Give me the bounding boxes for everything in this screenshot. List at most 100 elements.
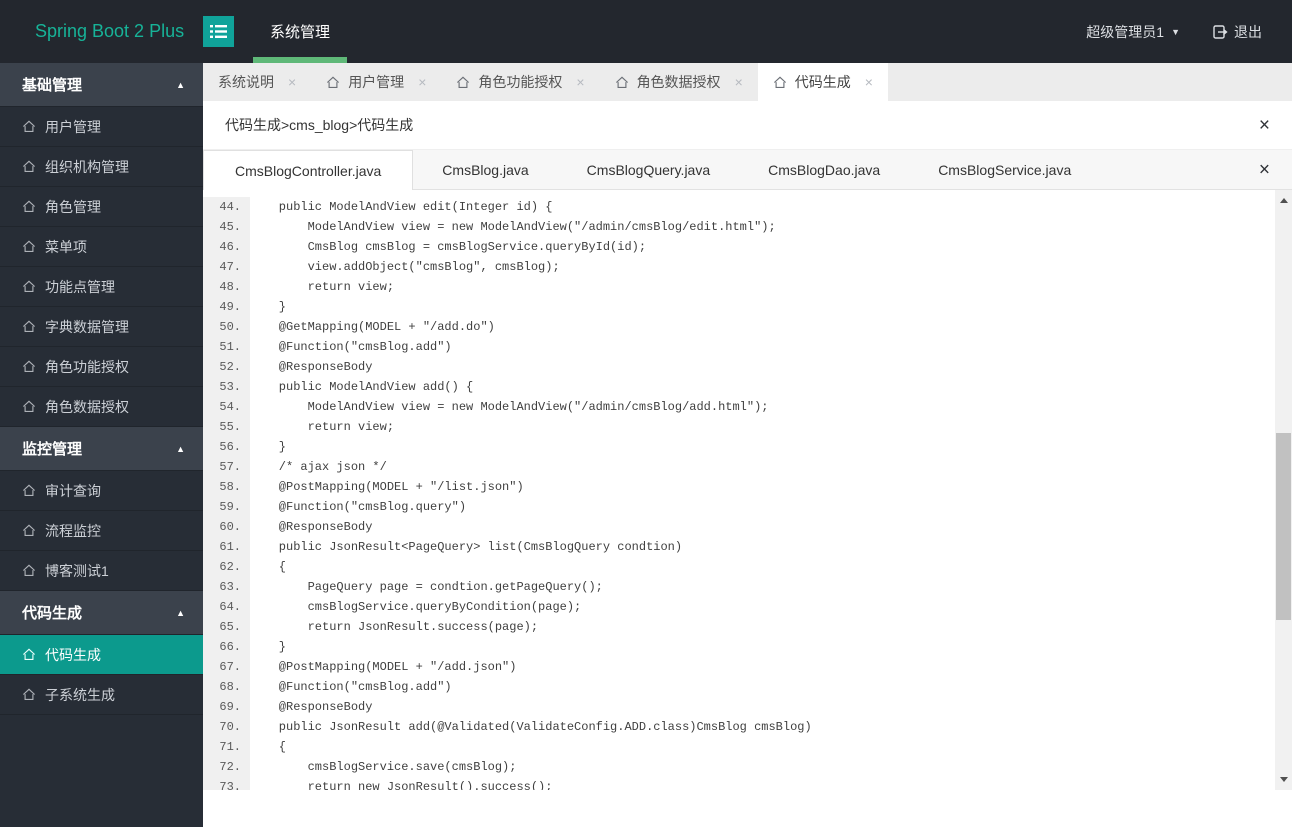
sidebar-item[interactable]: 流程监控 [0, 511, 203, 551]
page-tab-label: 角色功能授权 [478, 74, 563, 90]
scrollbar-thumb[interactable] [1276, 433, 1291, 620]
code-text: @PostMapping(MODEL + "/list.json") [250, 480, 524, 494]
sidebar-item-label: 用户管理 [45, 118, 101, 135]
app-logo: Spring Boot 2 Plus [35, 21, 185, 41]
code-line: 70. public JsonResult add(@Validated(Val… [203, 717, 1275, 737]
line-number: 64. [203, 597, 250, 617]
sidebar-section-header[interactable]: 基础管理 ▲ [0, 63, 203, 107]
code-line: 44. public ModelAndView edit(Integer id)… [203, 197, 1275, 217]
scroll-down-button[interactable] [1275, 771, 1292, 788]
home-icon [22, 120, 36, 133]
line-number: 44. [203, 197, 250, 217]
sidebar-item[interactable]: 角色管理 [0, 187, 203, 227]
line-number: 48. [203, 277, 250, 297]
home-icon [22, 688, 36, 701]
home-icon [22, 360, 36, 373]
list-icon [210, 24, 227, 39]
sidebar-item[interactable]: 角色功能授权 [0, 347, 203, 387]
code-line: 47. view.addObject("cmsBlog", cmsBlog); [203, 257, 1275, 277]
vertical-scrollbar[interactable] [1275, 190, 1292, 790]
code-text: } [250, 440, 287, 454]
code-text: public ModelAndView add() { [250, 380, 474, 394]
line-number: 72. [203, 757, 250, 777]
collapse-arrow-icon: ▲ [176, 443, 185, 454]
sidebar-item-label: 角色数据授权 [45, 398, 129, 415]
close-icon[interactable]: × [576, 74, 584, 90]
page-tab-label: 代码生成 [794, 74, 851, 90]
sidebar-item[interactable]: 用户管理 [0, 107, 203, 147]
scroll-up-button[interactable] [1275, 192, 1292, 209]
code-text: @PostMapping(MODEL + "/add.json") [250, 660, 517, 674]
sidebar-item[interactable]: 角色数据授权 [0, 387, 203, 427]
sidebar: 基础管理 ▲ 用户管理组织机构管理 角色管理 菜单项 功能点管理 字典数据管理 角色功能授权角… [0, 63, 203, 827]
close-icon[interactable]: × [418, 74, 426, 90]
file-tab[interactable]: CmsBlogService.java [909, 150, 1100, 189]
code-text: public JsonResult add(@Validated(Validat… [250, 720, 812, 734]
sidebar-item-label: 流程监控 [45, 522, 101, 539]
sidebar-item[interactable]: 组织机构管理 [0, 147, 203, 187]
page-tabbar: 系统说明 × 用户管理 × 角色功能授权 × 角色数据授权 × 代码生成 × [203, 63, 1292, 101]
close-icon[interactable]: × [1259, 116, 1270, 135]
sidebar-item[interactable]: 子系统生成 [0, 675, 203, 715]
file-tab[interactable]: CmsBlog.java [413, 150, 557, 189]
file-tab[interactable]: CmsBlogQuery.java [558, 150, 739, 189]
sidebar-item[interactable]: 审计查询 [0, 471, 203, 511]
sidebar-item-label: 博客测试1 [45, 562, 109, 579]
sidebar-item[interactable]: 功能点管理 [0, 267, 203, 307]
code-text: /* ajax json */ [250, 460, 387, 474]
sidebar-toggle-button[interactable] [203, 16, 234, 47]
sidebar-item[interactable]: 菜单项 [0, 227, 203, 267]
code-viewer: 44. public ModelAndView edit(Integer id)… [203, 190, 1292, 827]
home-icon [22, 280, 36, 293]
page-tab[interactable]: 系统说明 × [203, 63, 311, 101]
logout-button[interactable]: 退出 [1212, 22, 1262, 42]
code-text: @ResponseBody [250, 520, 373, 534]
top-nav-system-management[interactable]: 系统管理 [253, 0, 348, 63]
line-number: 66. [203, 637, 250, 657]
home-icon [773, 76, 787, 89]
sidebar-item-label: 审计查询 [45, 482, 101, 499]
code-line: 68. @Function("cmsBlog.add") [203, 677, 1275, 697]
line-number: 57. [203, 457, 250, 477]
close-icon[interactable]: × [288, 74, 296, 90]
code-text: public ModelAndView edit(Integer id) { [250, 200, 553, 214]
code-line: 58. @PostMapping(MODEL + "/list.json") [203, 477, 1275, 497]
page-tab-label: 用户管理 [348, 74, 405, 90]
file-tab[interactable]: CmsBlogDao.java [739, 150, 909, 189]
line-number: 56. [203, 437, 250, 457]
sidebar-item[interactable]: 博客测试1 [0, 551, 203, 591]
page-tab[interactable]: 代码生成 × [757, 63, 888, 101]
code-line: 62. { [203, 557, 1275, 577]
page-tab[interactable]: 角色功能授权 × [441, 63, 599, 101]
page-tab-label: 系统说明 [218, 74, 274, 90]
sidebar-item[interactable]: 字典数据管理 [0, 307, 203, 347]
sidebar-item[interactable]: 代码生成 [0, 635, 203, 675]
code-text: cmsBlogService.save(cmsBlog); [250, 760, 517, 774]
sidebar-section-header[interactable]: 监控管理 ▲ [0, 427, 203, 471]
code-line: 56. } [203, 437, 1275, 457]
code-line: 72. cmsBlogService.save(cmsBlog); [203, 757, 1275, 777]
line-number: 68. [203, 677, 250, 697]
page-tab[interactable]: 角色数据授权 × [600, 63, 758, 101]
page-tab[interactable]: 用户管理 × [311, 63, 441, 101]
sidebar-item-label: 子系统生成 [45, 686, 115, 703]
close-icon[interactable]: × [865, 74, 873, 90]
code-line: 60. @ResponseBody [203, 517, 1275, 537]
user-menu[interactable]: 超级管理员1 ▼ [1086, 22, 1180, 42]
code-scroll-pane[interactable]: 44. public ModelAndView edit(Integer id)… [203, 190, 1275, 790]
triangle-up-icon [1279, 198, 1288, 203]
code-line: 51. @Function("cmsBlog.add") [203, 337, 1275, 357]
close-icon[interactable]: × [735, 74, 743, 90]
code-line: 73. return new JsonResult().success(); [203, 777, 1275, 790]
page-tab-label: 角色数据授权 [636, 74, 721, 90]
sidebar-section-header[interactable]: 代码生成 ▲ [0, 591, 203, 635]
code-text: CmsBlog cmsBlog = cmsBlogService.queryBy… [250, 240, 647, 254]
close-icon[interactable]: × [1259, 160, 1270, 179]
file-tab[interactable]: CmsBlogController.java [203, 150, 414, 190]
code-text: @GetMapping(MODEL + "/add.do") [250, 320, 495, 334]
code-text: ModelAndView view = new ModelAndView("/a… [250, 220, 776, 234]
home-icon [22, 160, 36, 173]
line-number: 52. [203, 357, 250, 377]
code-text: return JsonResult.success(page); [250, 620, 539, 634]
line-number: 67. [203, 657, 250, 677]
